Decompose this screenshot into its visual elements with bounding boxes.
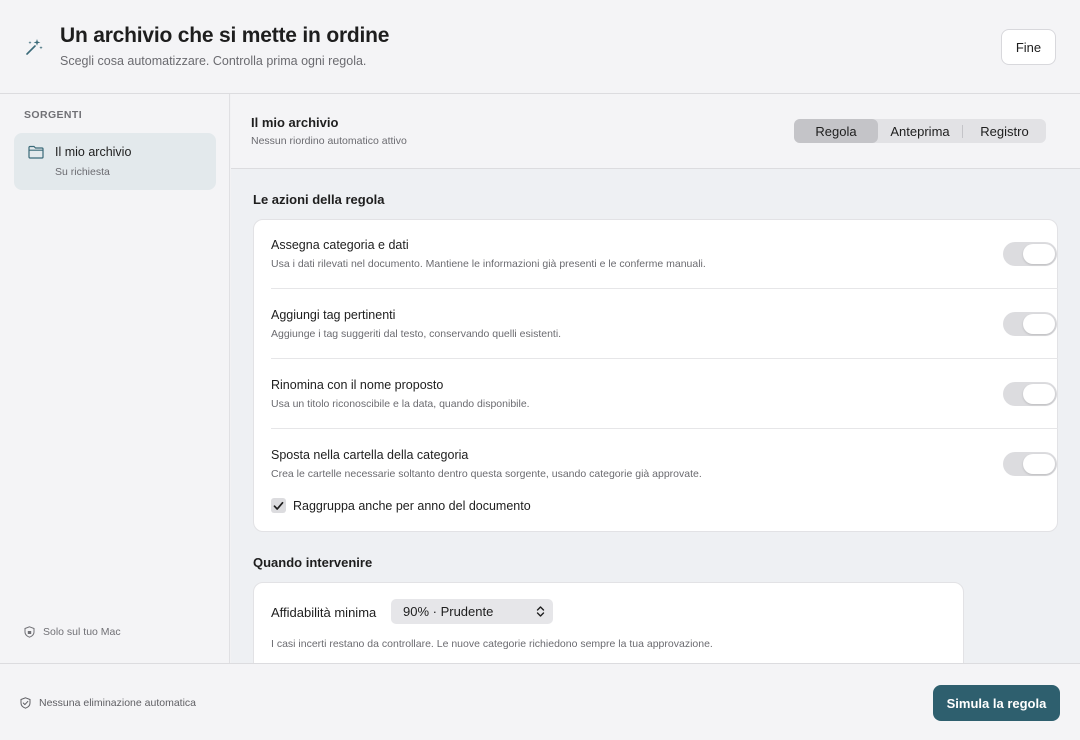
action-description: Crea le cartelle necessarie soltanto den…	[271, 468, 702, 480]
done-button[interactable]: Fine	[1001, 29, 1056, 65]
action-toggle-rename[interactable]	[1003, 382, 1057, 406]
confidence-card: Affidabilità minima 90% · Prudente I cas…	[253, 582, 964, 663]
sidebar-item-source[interactable]: Il mio archivio Su richiesta	[14, 133, 216, 190]
action-title: Aggiungi tag pertinenti	[271, 308, 396, 322]
confidence-note: I casi incerti restano da controllare. L…	[271, 638, 713, 650]
action-row: Assegna categoria e dati Usa i dati rile…	[271, 238, 1057, 278]
action-description: Aggiunge i tag suggeriti dal testo, cons…	[271, 328, 562, 340]
action-title: Assegna categoria e dati	[271, 238, 409, 252]
source-header: Il mio archivio Nessun riordino automati…	[231, 94, 1080, 169]
sidebar-section-label: SORGENTI	[24, 109, 83, 121]
sidebar: SORGENTI Il mio archivio Su richiesta So…	[0, 94, 230, 663]
action-row: Sposta nella cartella della categoria Cr…	[271, 448, 1057, 488]
when-heading: Quando intervenire	[253, 555, 373, 570]
shield-icon	[24, 626, 35, 638]
page-title: Un archivio che si mette in ordine	[60, 24, 390, 47]
tab-registro[interactable]: Registro	[963, 119, 1046, 143]
source-schedule: Su richiesta	[55, 166, 110, 178]
footer-note: Nessuna eliminazione automatica	[20, 697, 196, 709]
page-subtitle: Scegli cosa automatizzare. Controlla pri…	[60, 54, 367, 68]
checkmark-icon	[273, 501, 284, 510]
folder-icon	[28, 145, 44, 159]
divider	[271, 428, 1058, 429]
action-description: Usa i dati rilevati nel documento. Manti…	[271, 258, 706, 270]
main-panel: Il mio archivio Nessun riordino automati…	[231, 94, 1080, 663]
view-segmented-control: Regola Anteprima Registro	[794, 119, 1046, 143]
source-title: Il mio archivio	[251, 115, 339, 130]
toggle-knob	[1023, 454, 1055, 474]
header: Un archivio che si mette in ordine Scegl…	[0, 0, 1080, 94]
source-name: Il mio archivio	[55, 145, 132, 159]
confidence-value: 90% · Prudente	[403, 604, 494, 619]
action-row: Aggiungi tag pertinenti Aggiunge i tag s…	[271, 308, 1057, 348]
tab-regola[interactable]: Regola	[794, 119, 878, 143]
actions-card: Assegna categoria e dati Usa i dati rile…	[253, 219, 1058, 532]
action-description: Usa un titolo riconoscibile e la data, q…	[271, 398, 530, 410]
action-row: Rinomina con il nome proposto Usa un tit…	[271, 378, 1057, 418]
toggle-knob	[1023, 244, 1055, 264]
divider	[271, 288, 1058, 289]
checkbox-label: Raggruppa anche per anno del documento	[293, 498, 531, 513]
footer: Nessuna eliminazione automatica Simula l…	[0, 663, 1080, 740]
toggle-knob	[1023, 384, 1055, 404]
source-status: Nessun riordino automatico attivo	[251, 135, 407, 147]
magic-wand-icon	[26, 39, 43, 55]
footer-note-text: Nessuna eliminazione automatica	[39, 697, 197, 709]
checkbox-box[interactable]	[271, 498, 286, 513]
action-toggle-category[interactable]	[1003, 242, 1057, 266]
confidence-select[interactable]: 90% · Prudente	[391, 599, 553, 624]
privacy-note: Solo sul tuo Mac	[24, 626, 121, 638]
chevron-up-down-icon	[536, 606, 545, 617]
action-title: Sposta nella cartella della categoria	[271, 448, 469, 462]
group-by-year-checkbox[interactable]: Raggruppa anche per anno del documento	[271, 498, 531, 513]
privacy-note-text: Solo sul tuo Mac	[43, 626, 121, 638]
action-title: Rinomina con il nome proposto	[271, 378, 444, 392]
actions-heading: Le azioni della regola	[253, 192, 385, 207]
divider	[271, 358, 1058, 359]
confidence-label: Affidabilità minima	[271, 605, 377, 620]
toggle-knob	[1023, 314, 1055, 334]
shield-check-icon	[20, 697, 31, 709]
tab-anteprima[interactable]: Anteprima	[878, 119, 962, 143]
simulate-rule-button[interactable]: Simula la regola	[933, 685, 1060, 721]
action-toggle-move[interactable]	[1003, 452, 1057, 476]
action-toggle-tags[interactable]	[1003, 312, 1057, 336]
